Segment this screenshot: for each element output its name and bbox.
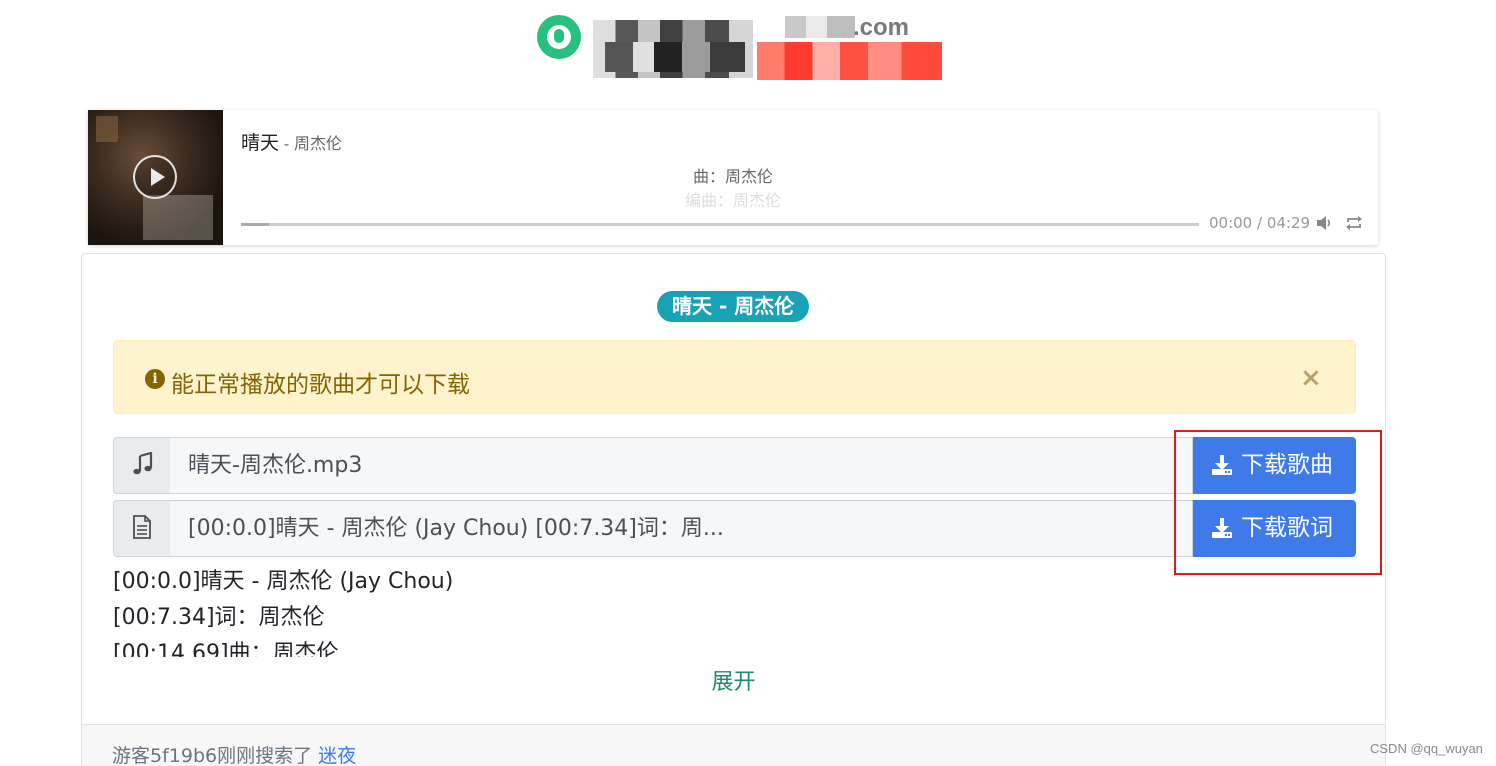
audio-player: 晴天 - 周杰伦 曲：周杰伦 编曲：周杰伦 00:00 / 04:29 [88,110,1378,245]
alert-message: 能正常播放的歌曲才可以下载 [171,372,470,398]
progress-bar[interactable] [241,223,1199,226]
site-logo[interactable]: .com [535,12,945,82]
song-artist: 周杰伦 [293,134,342,153]
recent-search-label: 游客5f19b6刚刚搜索了 [112,745,319,766]
recent-search-text: 游客5f19b6刚刚搜索了 迷夜 [112,741,356,766]
song-title: 晴天 [241,132,280,154]
progress-loaded [241,223,269,226]
expand-link[interactable]: 展开 [82,664,1385,696]
song-filename-field[interactable]: 晴天-周杰伦.mp3 [170,437,1193,494]
title-separator: - [279,135,294,153]
loop-icon[interactable] [1345,214,1363,232]
card-footer: 游客5f19b6刚刚搜索了 迷夜 [82,724,1385,766]
lyric-current-line: 曲：周杰伦 [692,167,773,186]
page: .com 晴天 - 周杰伦 曲：周杰伦 编曲：周杰伦 00:00 / 04:29 [0,0,1496,766]
lyric-line: [00:7.34]词：周杰伦 [113,605,325,630]
lyrics-preview: [00:0.0]晴天 - 周杰伦 (Jay Chou) [00:7.34]词：周… [113,564,1353,657]
lyric-next-line: 编曲：周杰伦 [684,191,781,210]
recent-search-link[interactable]: 迷夜 [318,745,356,766]
logo-domain-suffix: .com [853,14,910,41]
lyric-line: [00:14.69]曲：周杰伦 [113,641,339,657]
music-icon [113,437,171,494]
download-card: 晴天 - 周杰伦 i 能正常播放的歌曲才可以下载 × 晴天-周杰伦.mp3 下载… [81,253,1386,766]
close-icon[interactable]: × [1300,365,1322,391]
info-alert: i 能正常播放的歌曲才可以下载 × [113,340,1356,414]
watermark: CSDN @qq_wuyan [1370,741,1483,756]
time-display: 00:00 / 04:29 [1209,214,1311,232]
play-icon[interactable] [133,155,177,199]
album-cover[interactable] [88,110,223,245]
lyric-line: [00:0.0]晴天 - 周杰伦 (Jay Chou) [113,569,454,594]
song-info: 晴天 - 周杰伦 [241,128,342,155]
song-badge: 晴天 - 周杰伦 [657,291,810,322]
volume-icon[interactable] [1315,214,1333,232]
file-text-icon [113,500,171,557]
annotation-highlight-box [1174,430,1382,575]
lyric-download-row: [00:0.0]晴天 - 周杰伦 (Jay Chou) [00:7.34]词：周… [113,500,1356,557]
song-download-row: 晴天-周杰伦.mp3 下载歌曲 [113,437,1356,494]
info-icon: i [145,369,165,389]
lyric-preview-field[interactable]: [00:0.0]晴天 - 周杰伦 (Jay Chou) [00:7.34]词：周… [170,500,1193,557]
logo-pixelated-slogan [757,42,942,80]
logo-mark-icon [537,15,581,59]
